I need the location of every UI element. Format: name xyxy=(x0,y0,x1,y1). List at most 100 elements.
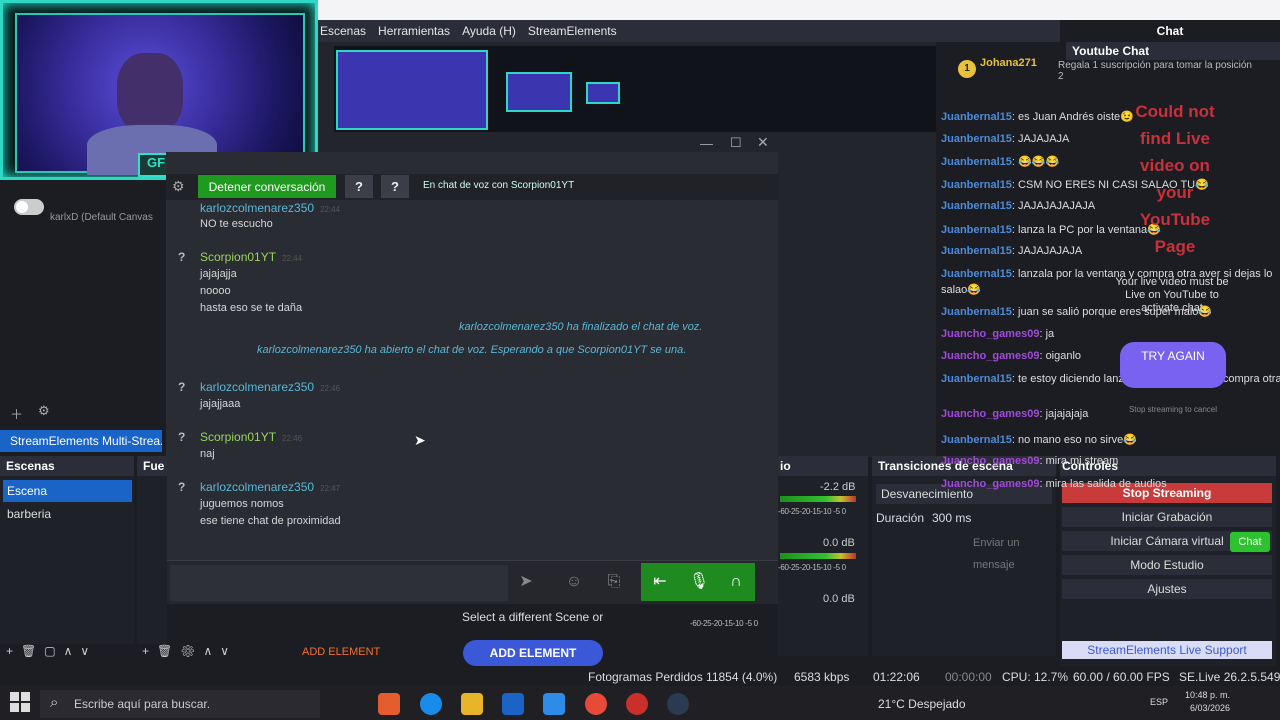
canvas-toggle[interactable] xyxy=(14,199,44,215)
settings-icon[interactable]: ⚙ xyxy=(172,178,185,195)
system-message: karlozcolmenarez350 ha finalizado el cha… xyxy=(459,321,703,333)
chat-text: 😂😂😂 xyxy=(1018,156,1060,168)
duration-input[interactable]: 300 ms xyxy=(932,511,971,525)
sources-toolbar: +🗑⚙∧∨ xyxy=(142,644,238,658)
scene-item[interactable]: barberia xyxy=(3,503,132,525)
menu-scenes[interactable]: Escenas xyxy=(320,24,366,38)
sources-header: Fue xyxy=(137,456,167,476)
stop-voice-chat-button[interactable]: Detener conversación xyxy=(198,175,336,198)
chat-msg-user[interactable]: Scorpion01YT 22:46 xyxy=(200,430,302,444)
steam-icon[interactable] xyxy=(667,693,689,715)
chat-username[interactable]: Juancho_games09 xyxy=(941,350,1039,362)
scenes-list: Escena barberia xyxy=(0,476,134,644)
settings-button[interactable]: Ajustes xyxy=(1062,579,1272,599)
leave-voice-icon[interactable]: ⇤ xyxy=(646,568,674,596)
chat-msg-user[interactable]: Scorpion01YT 22:44 xyxy=(200,250,302,264)
menu-streamelements[interactable]: StreamElements xyxy=(528,24,617,38)
file-explorer-icon[interactable] xyxy=(461,693,483,715)
mixer-header: io xyxy=(778,456,868,476)
version: SE.Live 26.2.5.549 xyxy=(1179,670,1280,684)
scene-toolbar: +🗑▢∧∨ xyxy=(0,644,134,664)
youtube-chat-message: Juanbernal15: es Juan Andrés oiste😉 xyxy=(941,110,1134,123)
chat-msg-user[interactable]: karlozcolmenarez350 22:47 xyxy=(200,480,340,494)
chat-username[interactable]: Juanbernal15 xyxy=(941,224,1012,236)
chat-username[interactable]: Juancho_games09 xyxy=(941,408,1039,420)
user-help-icon: ? xyxy=(178,480,186,494)
studio-mode-button[interactable]: Modo Estudio xyxy=(1062,555,1272,575)
chat-username[interactable]: Juanbernal15 xyxy=(941,306,1012,318)
attach-icon[interactable]: ⎘ xyxy=(600,568,628,596)
add-element-link[interactable]: ADD ELEMENT xyxy=(302,646,380,658)
live-support-button[interactable]: StreamElements Live Support xyxy=(1062,641,1272,659)
chat-username[interactable]: Juanbernal15 xyxy=(941,156,1012,168)
maximize-icon[interactable]: ☐ xyxy=(730,135,742,151)
outlook-icon[interactable] xyxy=(543,693,565,715)
chat-username[interactable]: Juancho_games09 xyxy=(941,328,1039,340)
live-time: 01:22:06 xyxy=(873,670,920,684)
chat-msg-user[interactable]: karlozcolmenarez350 22:44 xyxy=(200,201,340,215)
audio-meter xyxy=(780,553,856,559)
help-button-2[interactable]: ? xyxy=(381,175,409,198)
db-level: -2.2 dB xyxy=(820,481,856,493)
send-icon[interactable]: ➤ xyxy=(512,568,540,596)
fps: 60.00 / 60.00 FPS xyxy=(1073,670,1170,684)
try-again-button[interactable]: TRY AGAIN xyxy=(1120,342,1226,388)
weather[interactable]: 21°C Despejado xyxy=(878,697,966,711)
chat-msg-line: naj xyxy=(200,448,215,460)
chat-username[interactable]: Juanbernal15 xyxy=(941,200,1012,212)
microphone-icon[interactable]: 🎙 xyxy=(685,568,713,596)
add-icon[interactable]: ＋ xyxy=(10,404,23,423)
se-multistream-tab[interactable]: StreamElements Multi-Strea... xyxy=(0,430,162,452)
taskbar-search[interactable]: Escribe aquí para buscar. xyxy=(40,690,320,718)
language-indicator[interactable]: ESP xyxy=(1150,697,1168,707)
add-element-button[interactable]: ADD ELEMENT xyxy=(463,640,603,666)
headphones-icon[interactable]: ∩ xyxy=(722,568,750,596)
clock-date: 6/03/2026 xyxy=(1189,703,1230,713)
edge-icon[interactable] xyxy=(420,693,442,715)
roblox-icon[interactable] xyxy=(626,693,648,715)
chat-button[interactable]: Chat xyxy=(1230,532,1270,552)
copilot-icon[interactable] xyxy=(378,693,400,715)
menu-tools[interactable]: Herramientas xyxy=(378,24,450,38)
chat-username[interactable]: Juanbernal15 xyxy=(941,245,1012,257)
chat-username[interactable]: Juanbernal15 xyxy=(941,434,1012,446)
minimize-icon[interactable]: — xyxy=(700,136,713,151)
webcam-feed xyxy=(15,13,305,175)
chat-username[interactable]: Juanbernal15 xyxy=(941,111,1012,123)
help-button-1[interactable]: ? xyxy=(345,175,373,198)
chat-text: jajajajaja xyxy=(1045,408,1089,420)
gear-icon[interactable]: ⚙ xyxy=(38,403,50,419)
message-input[interactable] xyxy=(170,565,508,601)
preview-cam-1 xyxy=(336,50,488,130)
scene-item[interactable]: Escena xyxy=(3,480,132,502)
chat-username[interactable]: Juanbernal15 xyxy=(941,373,1012,385)
chat-username[interactable]: Juanbernal15 xyxy=(941,268,1012,280)
chat-text: JAJAJAJAJA xyxy=(1018,245,1083,257)
clock-time: 10:48 p. m. xyxy=(1184,690,1230,700)
chat-msg-line: juguemos nomos xyxy=(200,498,284,510)
chat-username[interactable]: Juancho_games09 xyxy=(941,455,1039,467)
chat-text: no mano eso no sirve😂 xyxy=(1018,434,1137,446)
youtube-chat-message: Juancho_games09: mira las salida de audi… xyxy=(941,478,1167,490)
start-recording-button[interactable]: Iniciar Grabación xyxy=(1062,507,1272,527)
streamer-head xyxy=(117,53,183,133)
close-icon[interactable]: ✕ xyxy=(757,134,769,151)
youtube-chat-title: Youtube Chat xyxy=(1066,42,1280,60)
clock[interactable]: 10:48 p. m. 6/03/2026 xyxy=(1178,689,1230,715)
chrome-icon[interactable] xyxy=(585,693,607,715)
chat-username[interactable]: Juancho_games09 xyxy=(941,478,1039,490)
add-element-prompt: Select a different Scene or xyxy=(462,610,604,624)
user-help-icon: ? xyxy=(178,430,186,444)
menu-help[interactable]: Ayuda (H) xyxy=(462,24,516,38)
emoji-icon[interactable]: ☺ xyxy=(560,568,588,596)
youtube-live-note: Your live video must be Live on YouTube … xyxy=(1115,276,1229,314)
chat-username[interactable]: Juanbernal15 xyxy=(941,133,1012,145)
chat-username[interactable]: Juanbernal15 xyxy=(941,179,1012,191)
store-icon[interactable] xyxy=(502,693,524,715)
chat-text: salao😂 xyxy=(941,284,981,296)
send-message-input[interactable]: Enviar un mensaje xyxy=(940,532,1060,571)
youtube-chat-message: Juancho_games09: oiganlo xyxy=(941,350,1081,362)
chat-msg-user[interactable]: karlozcolmenarez350 22:46 xyxy=(200,380,340,394)
windows-start-icon[interactable] xyxy=(10,692,30,712)
donor-badge: 1 xyxy=(958,60,976,78)
